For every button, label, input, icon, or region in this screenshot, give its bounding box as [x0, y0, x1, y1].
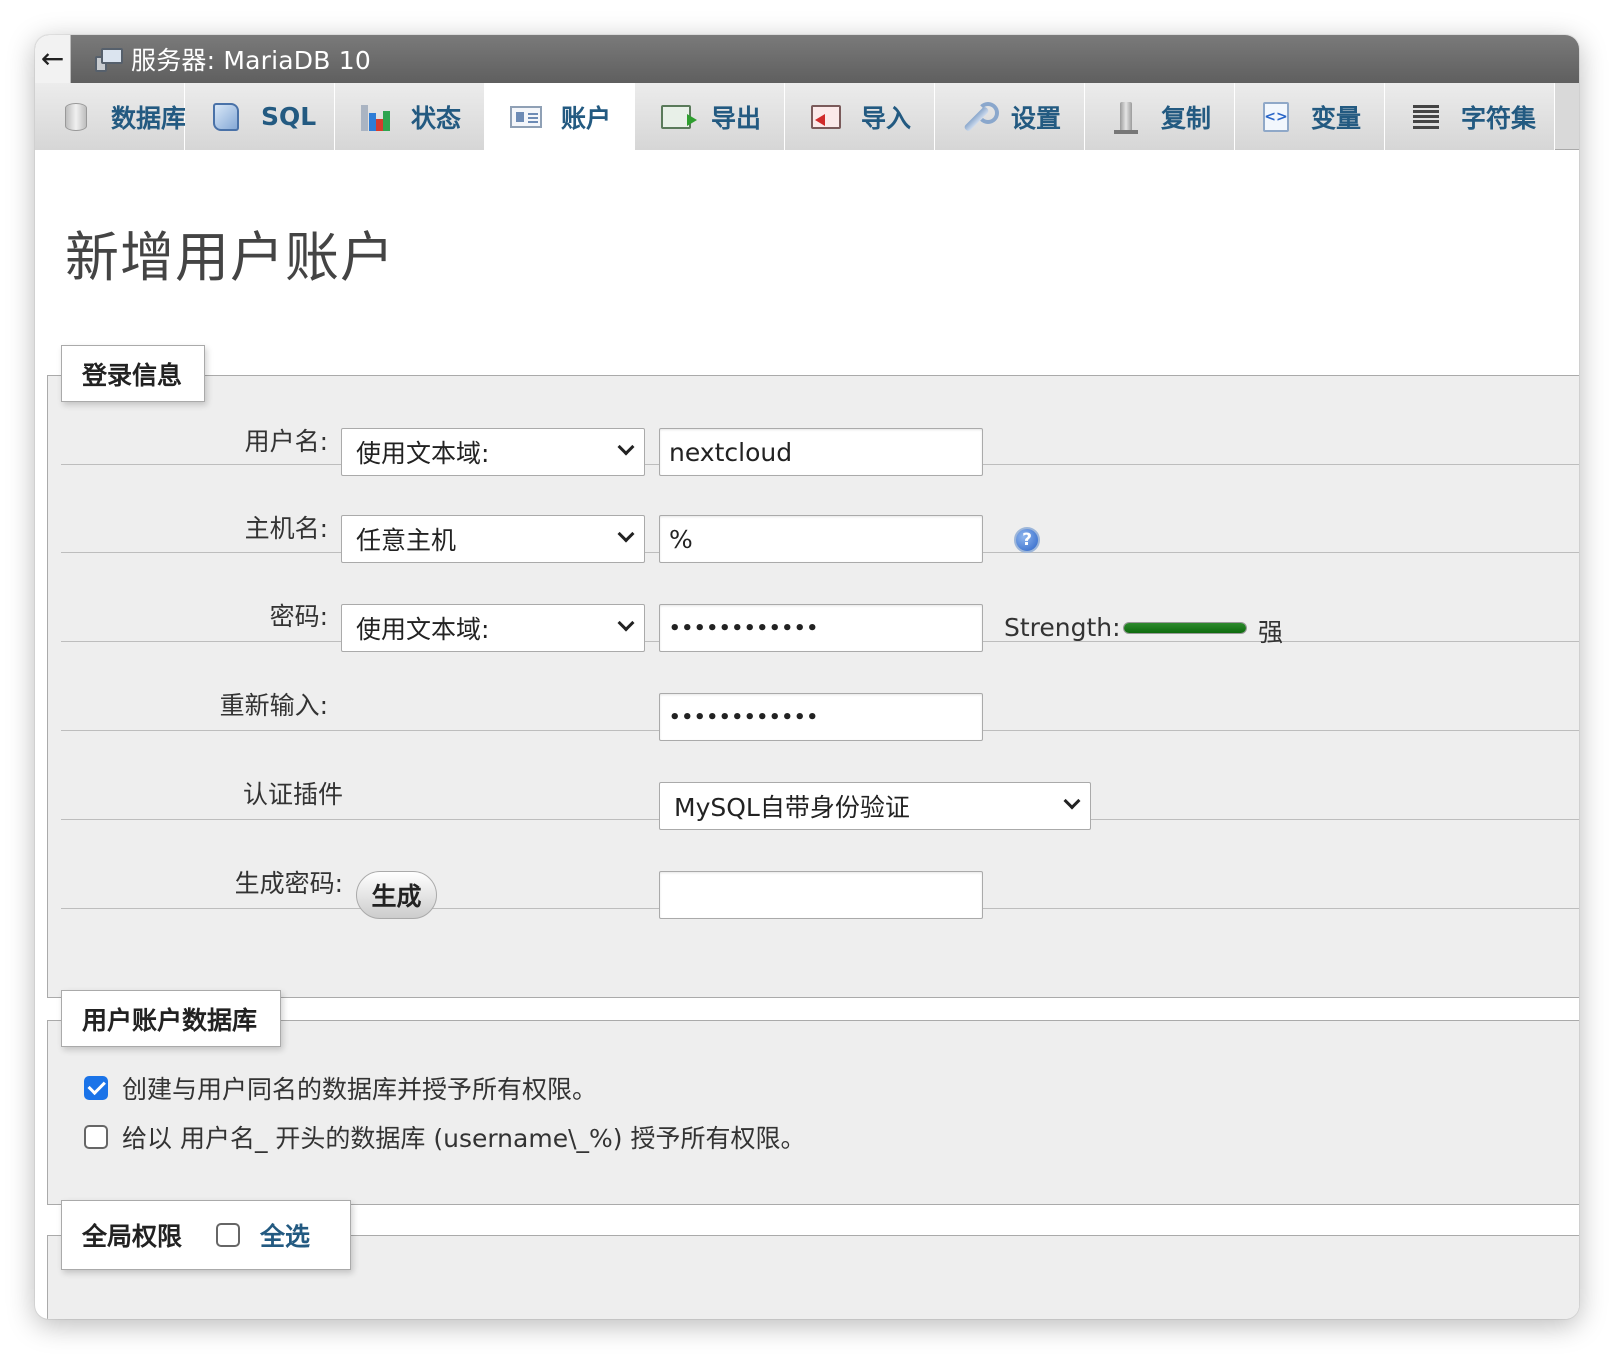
tab-replication[interactable]: 复制 — [1085, 83, 1235, 150]
grant-wildcard-label: 给以 用户名_ 开头的数据库 (username\_%) 授予所有权限。 — [122, 1124, 806, 1153]
import-icon — [809, 102, 843, 132]
tab-user-accounts[interactable]: 账户 — [485, 83, 635, 151]
generate-password-row: 生成密码: 生成 — [61, 820, 1579, 919]
retype-label: 重新输入: — [219, 691, 328, 720]
hostname-row: 主机名: 任意主机 % ? — [61, 465, 1579, 563]
tab-label: 字符集 — [1461, 103, 1537, 133]
page-title: 新增用户账户 — [65, 226, 395, 289]
hostname-label: 主机名: — [244, 514, 328, 543]
sql-icon — [209, 102, 243, 132]
global-privileges-title: 全局权限 — [82, 1222, 183, 1251]
app-window: ← 服务器: MariaDB 10 数据库 SQL 状态 账户 导出 导入 设置… — [35, 35, 1579, 1319]
auth-plugin-label: 认证插件 — [242, 780, 343, 809]
tab-sql[interactable]: SQL — [185, 83, 335, 150]
chevron-down-icon — [617, 614, 635, 632]
grant-wildcard-checkbox[interactable] — [84, 1125, 108, 1149]
login-info-legend: 登录信息 — [61, 345, 205, 402]
retype-row: 重新输入: •••••••••••• — [61, 642, 1579, 741]
username-label: 用户名: — [244, 427, 328, 456]
login-info-fieldset: 用户名: 使用文本域: nextcloud 主机名: 任意主机 % ? 密码: … — [47, 375, 1579, 998]
export-icon — [659, 102, 697, 132]
replication-icon — [1109, 101, 1143, 134]
chevron-down-icon — [1063, 792, 1081, 810]
tab-label: 状态 — [411, 103, 462, 133]
user-accounts-icon — [509, 102, 543, 132]
password-type-value: 使用文本域: — [356, 615, 490, 644]
server-breadcrumb-bar: ← 服务器: MariaDB 10 — [35, 35, 1579, 83]
chevron-down-icon — [617, 438, 635, 456]
generated-password-input[interactable] — [659, 871, 983, 919]
strength-label: Strength: — [1004, 613, 1121, 642]
charset-icon — [1409, 102, 1443, 132]
database-icon — [59, 102, 93, 132]
hostname-type-value: 任意主机 — [356, 526, 457, 555]
variables-icon: <> — [1259, 101, 1293, 132]
tab-import[interactable]: 导入 — [785, 83, 935, 150]
select-all-label[interactable]: 全选 — [260, 1217, 310, 1253]
status-chart-icon — [359, 102, 393, 132]
tab-label: 复制 — [1161, 103, 1212, 133]
tab-label: SQL — [261, 102, 317, 131]
tab-label: 数据库 — [111, 103, 187, 133]
generate-password-label: 生成密码: — [234, 869, 343, 898]
user-database-legend: 用户账户数据库 — [61, 990, 281, 1047]
server-title[interactable]: 服务器: MariaDB 10 — [131, 41, 371, 77]
auth-plugin-row: 认证插件 MySQL自带身份验证 — [61, 731, 1579, 830]
create-db-label: 创建与用户同名的数据库并授予所有权限。 — [122, 1075, 598, 1104]
server-icon — [95, 46, 125, 72]
top-tab-bar: 数据库 SQL 状态 账户 导出 导入 设置 复制 <> 变量 字符集 — [35, 83, 1579, 151]
user-database-fieldset: 创建与用户同名的数据库并授予所有权限。 给以 用户名_ 开头的数据库 (user… — [47, 1020, 1579, 1205]
password-strength-fill — [1124, 623, 1246, 633]
tab-databases[interactable]: 数据库 — [35, 83, 187, 150]
generate-button[interactable]: 生成 — [356, 871, 437, 919]
global-privileges-legend: 全局权限 全选 — [61, 1200, 351, 1270]
help-icon[interactable]: ? — [1014, 527, 1040, 553]
password-row: 密码: 使用文本域: •••••••••••• Strength: 强 — [61, 553, 1579, 652]
auth-plugin-value: MySQL自带身份验证 — [674, 793, 910, 822]
wrench-icon — [959, 101, 999, 132]
create-db-checkbox[interactable] — [84, 1076, 108, 1100]
tab-label: 导入 — [861, 103, 912, 133]
password-strength-meter — [1123, 622, 1247, 634]
password-label: 密码: — [269, 602, 328, 631]
tab-settings[interactable]: 设置 — [935, 83, 1085, 150]
tab-status[interactable]: 状态 — [335, 83, 485, 150]
create-db-option[interactable]: 创建与用户同名的数据库并授予所有权限。 — [84, 1070, 597, 1106]
tab-label: 账户 — [561, 104, 612, 133]
tab-label: 变量 — [1311, 103, 1362, 133]
tab-export[interactable]: 导出 — [635, 83, 785, 150]
back-button[interactable]: ← — [35, 35, 71, 83]
tab-variables[interactable]: <> 变量 — [1235, 83, 1385, 150]
username-row: 用户名: 使用文本域: nextcloud — [61, 376, 1579, 476]
select-all-checkbox[interactable] — [216, 1223, 241, 1247]
tab-label: 设置 — [1011, 103, 1062, 133]
grant-wildcard-option[interactable]: 给以 用户名_ 开头的数据库 (username\_%) 授予所有权限。 — [84, 1119, 805, 1155]
tab-charsets[interactable]: 字符集 — [1385, 83, 1555, 150]
tab-label: 导出 — [711, 103, 762, 133]
chevron-down-icon — [617, 525, 635, 543]
